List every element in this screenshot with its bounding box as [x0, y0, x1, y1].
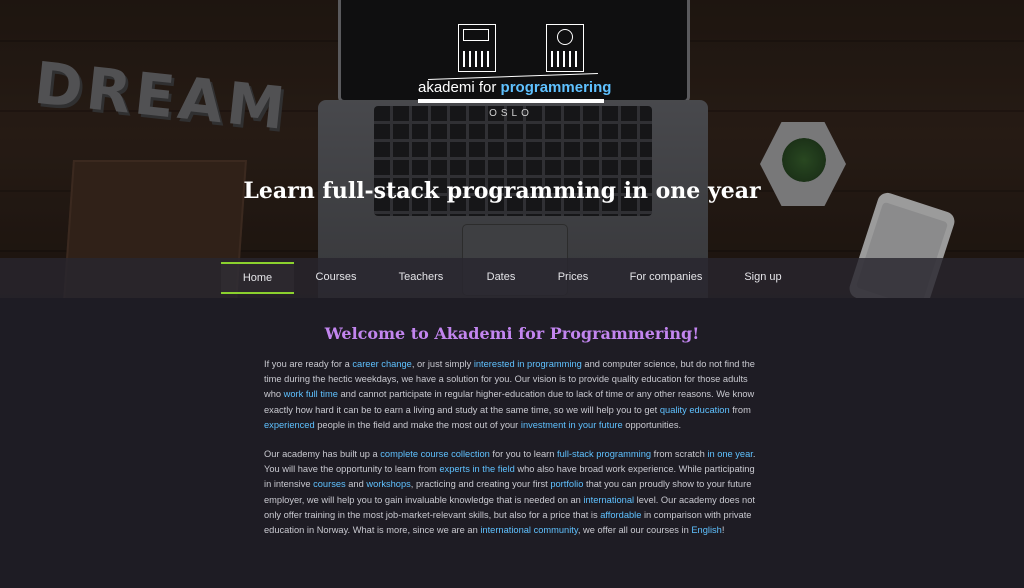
inline-link[interactable]: English	[691, 525, 722, 535]
inline-link[interactable]: career change	[352, 359, 411, 369]
nav-courses[interactable]: Courses	[302, 258, 370, 294]
paragraph-text: from	[729, 404, 751, 415]
academy-paragraph: Our academy has built up a complete cour…	[264, 447, 760, 538]
paragraph-text: for you to learn	[489, 449, 558, 460]
hero-banner: DREAM akademi for programmering OSLO Lea…	[0, 0, 1024, 298]
inline-link[interactable]: workshops	[366, 479, 410, 489]
inline-link[interactable]: experts in the field	[439, 464, 514, 474]
inline-link[interactable]: affordable	[600, 510, 641, 520]
inline-link[interactable]: international community	[480, 525, 578, 535]
logo-building-right-icon	[546, 24, 584, 72]
inline-link[interactable]: full-stack programming	[557, 449, 651, 459]
inline-link[interactable]: courses	[313, 479, 346, 489]
paragraph-text: If you are ready for a	[264, 359, 353, 369]
inline-link[interactable]: in one year	[707, 449, 753, 459]
intro-paragraph: If you are ready for a career change, or…	[264, 357, 760, 433]
nav-for-companies[interactable]: For companies	[618, 258, 714, 294]
logo-city: OSLO	[489, 108, 533, 119]
nav-teachers[interactable]: Teachers	[386, 258, 456, 294]
nav-home[interactable]: Home	[221, 262, 294, 294]
paragraph-text: , or just simply	[411, 359, 474, 369]
inline-link[interactable]: complete course collection	[380, 449, 490, 459]
paragraph-text: and	[345, 479, 367, 490]
inline-link[interactable]: quality education	[660, 405, 730, 415]
inline-link[interactable]: interested in programming	[474, 359, 582, 369]
paragraph-text: Our academy has built up a	[264, 449, 381, 460]
paragraph-text: , practicing and creating your first	[410, 479, 551, 490]
logo-bar	[418, 99, 604, 103]
paragraph-text: people in the field and make the most ou…	[314, 419, 521, 430]
nav-sign-up[interactable]: Sign up	[732, 258, 794, 294]
hero-title: Learn full-stack programming in one year	[243, 178, 761, 204]
nav-prices[interactable]: Prices	[546, 258, 600, 294]
main-nav: Home Courses Teachers Dates Prices For c…	[0, 258, 1024, 298]
inline-link[interactable]: work full time	[284, 389, 338, 399]
main-content: Welcome to Akademi for Programmering! If…	[264, 318, 760, 552]
logo-building-left-icon	[458, 24, 496, 72]
logo-text: akademi for programmering	[418, 79, 612, 96]
paragraph-text: from scratch	[651, 449, 708, 460]
inline-link[interactable]: investment in your future	[521, 420, 623, 430]
paragraph-text: , we offer all our courses in	[577, 525, 692, 536]
paragraph-text: !	[721, 525, 725, 536]
inline-link[interactable]: experienced	[264, 420, 315, 430]
nav-dates[interactable]: Dates	[472, 258, 530, 294]
inline-link[interactable]: portfolio	[550, 479, 583, 489]
inline-link[interactable]: international	[583, 495, 634, 505]
paragraph-text: opportunities.	[622, 419, 682, 430]
site-logo[interactable]: akademi for programmering OSLO	[418, 24, 612, 124]
welcome-heading: Welcome to Akademi for Programmering!	[324, 324, 700, 343]
